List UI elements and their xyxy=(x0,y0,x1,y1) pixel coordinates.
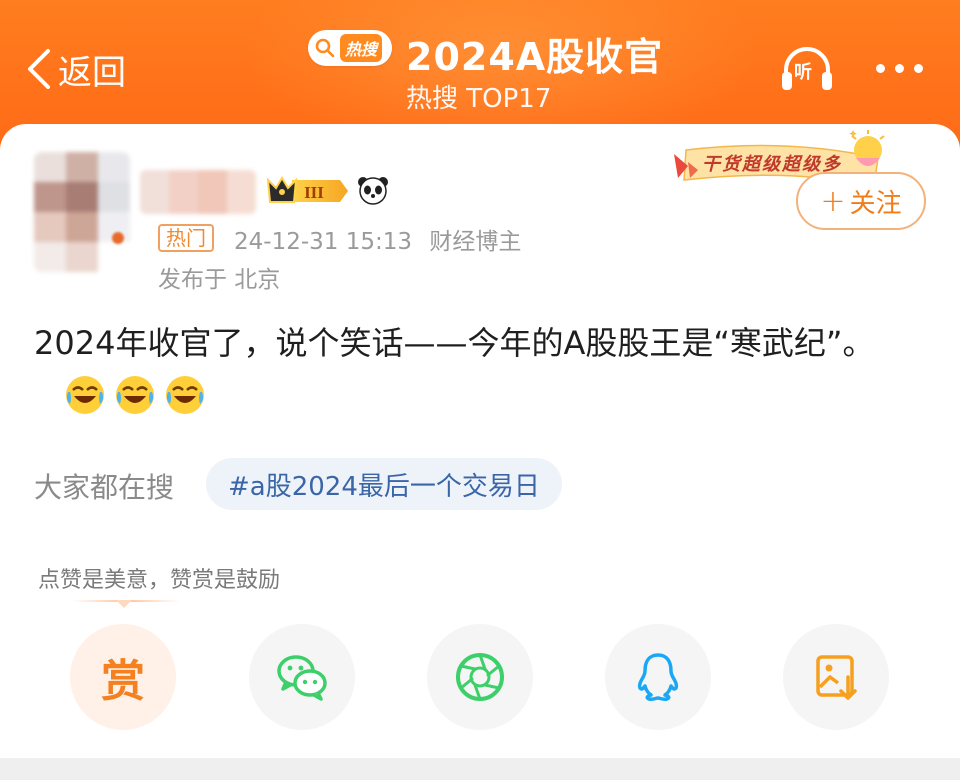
bottom-divider xyxy=(0,758,960,780)
save-image-button[interactable] xyxy=(783,624,889,730)
avatar[interactable] xyxy=(34,152,130,272)
post-content: 2024年收官了，说个笑话——今年的A股股王是“寒武纪”。 xyxy=(34,318,914,418)
dot-icon xyxy=(876,64,885,73)
laugh-cry-emoji-icon xyxy=(166,376,204,414)
reward-pointer-icon xyxy=(116,600,132,608)
share-moments-button[interactable] xyxy=(427,624,533,730)
vip-level-badge-icon: III xyxy=(266,176,348,203)
laugh-cry-emoji-icon xyxy=(116,376,154,414)
search-section-label: 大家都在搜 xyxy=(34,471,175,504)
reward-glyph: 赏 xyxy=(101,656,145,707)
listen-label: 听 xyxy=(794,62,812,83)
qq-penguin-icon xyxy=(637,653,679,702)
hot-search-label: 热搜 xyxy=(340,34,383,62)
trending-search-chip[interactable]: #a股2024最后一个交易日 xyxy=(206,458,562,510)
laugh-cry-emoji-icon xyxy=(66,376,104,414)
plus-icon: + xyxy=(820,183,846,219)
search-icon xyxy=(315,38,335,58)
wechat-icon xyxy=(277,655,327,701)
author-type: 财经博主 xyxy=(429,229,522,255)
share-wechat-button[interactable] xyxy=(249,624,355,730)
back-button[interactable]: 返回 xyxy=(26,44,126,94)
follow-label: 关注 xyxy=(849,188,902,219)
dot-icon xyxy=(914,64,923,73)
post-timestamp: 24-12-31 15:13 xyxy=(234,229,412,255)
chevron-left-icon xyxy=(28,49,50,89)
username-blurred[interactable] xyxy=(140,170,256,214)
emoji-row xyxy=(64,374,206,416)
svg-text:✦: ✦ xyxy=(848,128,858,141)
moments-aperture-icon xyxy=(456,653,504,701)
hot-search-badge: 热搜 xyxy=(308,30,392,66)
back-label: 返回 xyxy=(58,52,126,93)
post-text: 2024年收官了，说个笑话——今年的A股股王是“寒武纪”。 xyxy=(34,324,875,362)
share-qq-button[interactable] xyxy=(605,624,711,730)
panda-icon xyxy=(358,177,388,205)
page-title: 2024A股收官 xyxy=(406,35,664,79)
verified-badge-icon xyxy=(112,232,124,244)
dot-icon xyxy=(895,64,904,73)
page-subtitle: 热搜 TOP17 xyxy=(406,84,552,114)
save-image-icon xyxy=(816,655,857,700)
reward-hint: 点赞是美意，赞赏是鼓励 xyxy=(38,568,281,593)
listen-button[interactable]: 听 xyxy=(778,44,836,94)
reward-button[interactable]: 赏 xyxy=(70,624,176,730)
follow-button[interactable]: + 关注 xyxy=(796,172,926,230)
svg-text:III: III xyxy=(304,183,324,202)
hot-tag: 热门 xyxy=(158,224,214,252)
post-location: 发布于 北京 xyxy=(158,267,281,293)
post-meta: 24-12-31 15:13 财经博主 xyxy=(234,222,521,256)
more-menu-button[interactable] xyxy=(876,64,923,73)
